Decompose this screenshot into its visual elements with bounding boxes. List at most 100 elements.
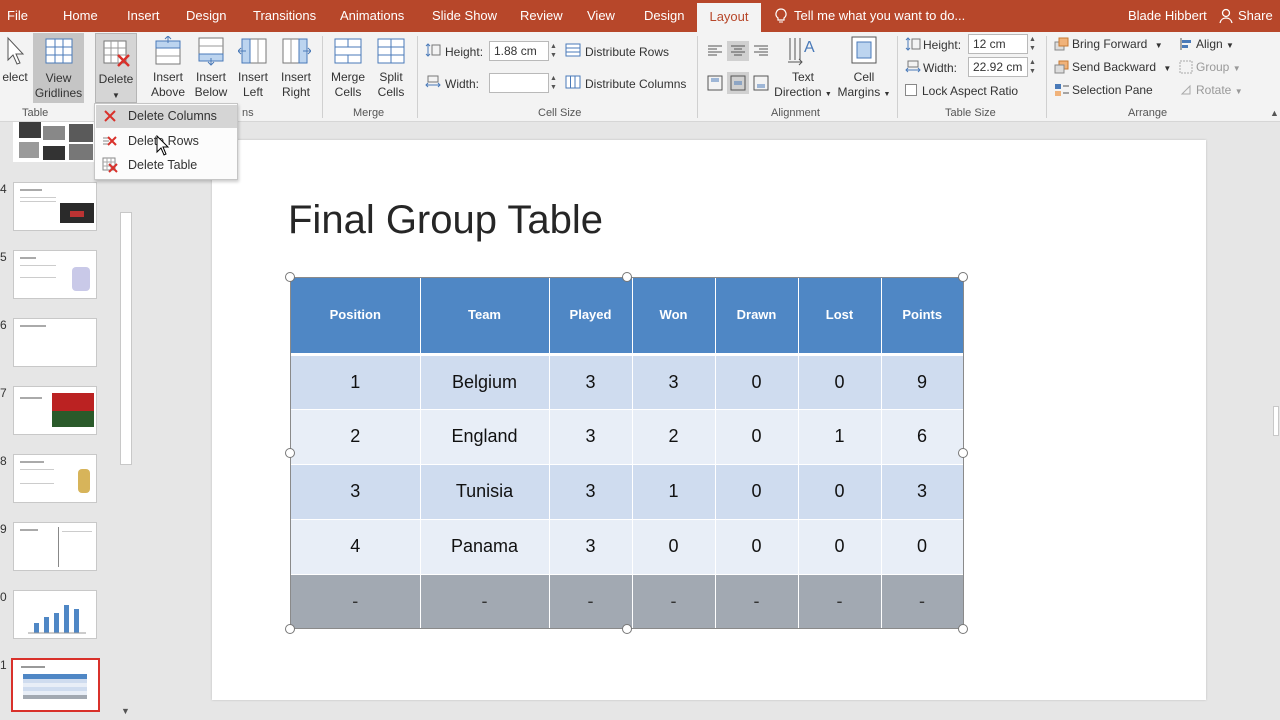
table-cell[interactable]: 0	[798, 354, 882, 410]
resize-handle-top[interactable]	[622, 272, 632, 282]
table-cell[interactable]: 0	[881, 519, 964, 575]
header-won[interactable]: Won	[632, 277, 716, 356]
table-cell[interactable]: 3	[291, 464, 421, 520]
table-cell[interactable]: England	[420, 409, 550, 465]
tab-table-design[interactable]: Design	[644, 8, 684, 23]
tab-insert[interactable]: Insert	[127, 8, 160, 23]
table-cell[interactable]: 3	[881, 464, 964, 520]
group-dropdown[interactable]: Group ▼	[1196, 60, 1241, 74]
align-right-icon[interactable]	[753, 44, 769, 58]
table-cell[interactable]: 3	[549, 464, 633, 520]
table-cell[interactable]: -	[632, 574, 716, 629]
editor-scrollbar-thumb[interactable]	[1273, 406, 1279, 436]
cell-height-spinner[interactable]: ▲ ▼	[550, 42, 557, 60]
tab-slide-show[interactable]: Slide Show	[432, 8, 497, 23]
view-gridlines-button[interactable]: View Gridlines	[33, 33, 84, 103]
group-table[interactable]: Position Team Played Won Drawn Lost Poin…	[291, 277, 964, 629]
slide-title[interactable]: Final Group Table	[288, 198, 603, 243]
table-cell[interactable]: 1	[798, 409, 882, 465]
align-bottom-icon[interactable]	[753, 75, 769, 91]
slide-thumbnail-5[interactable]	[13, 250, 97, 299]
table-cell[interactable]: 0	[715, 354, 799, 410]
share-button[interactable]: Share	[1238, 8, 1273, 23]
tab-transitions[interactable]: Transitions	[253, 8, 316, 23]
table-cell[interactable]: -	[798, 574, 882, 629]
tell-me-search[interactable]: Tell me what you want to do...	[794, 8, 965, 23]
resize-handle-bottom-left[interactable]	[285, 624, 295, 634]
slide-thumbnail-9[interactable]	[13, 522, 97, 571]
distribute-rows-button[interactable]: Distribute Rows	[585, 45, 669, 59]
table-cell[interactable]: -	[715, 574, 799, 629]
tab-animations[interactable]: Animations	[340, 8, 404, 23]
table-cell[interactable]: Tunisia	[420, 464, 550, 520]
table-cell[interactable]: 0	[632, 519, 716, 575]
selection-pane-button[interactable]: Selection Pane	[1072, 83, 1153, 97]
select-button[interactable]: elect	[0, 36, 30, 85]
scrollbar-thumb[interactable]	[120, 212, 132, 465]
table-cell[interactable]: 2	[632, 409, 716, 465]
slide-thumbnail-11-selected[interactable]	[11, 658, 100, 712]
table-width-spinner[interactable]: ▲ ▼	[1029, 58, 1036, 76]
table-cell[interactable]: 0	[798, 464, 882, 520]
tab-home[interactable]: Home	[63, 8, 98, 23]
table-cell[interactable]: -	[881, 574, 964, 629]
table-cell[interactable]: Panama	[420, 519, 550, 575]
delete-button[interactable]: Delete ▼	[95, 33, 137, 103]
tab-file[interactable]: File	[7, 8, 28, 23]
slide-thumbnail-7[interactable]	[13, 386, 97, 435]
tab-view[interactable]: View	[587, 8, 615, 23]
table-cell[interactable]: 3	[549, 519, 633, 575]
insert-below-button[interactable]: Insert Below	[189, 36, 233, 100]
slide-thumbnail-8[interactable]	[13, 454, 97, 503]
cell-width-input[interactable]	[489, 73, 549, 93]
delete-columns-item[interactable]: Delete Columns	[96, 105, 237, 128]
cell-width-spinner[interactable]: ▲ ▼	[550, 74, 557, 92]
header-team[interactable]: Team	[420, 277, 550, 356]
table-cell[interactable]: 6	[881, 409, 964, 465]
tab-review[interactable]: Review	[520, 8, 563, 23]
cell-margins-button[interactable]: Cell Margins ▼	[835, 34, 893, 102]
insert-above-button[interactable]: Insert Above	[146, 36, 190, 100]
table-cell[interactable]: 9	[881, 354, 964, 410]
header-played[interactable]: Played	[549, 277, 633, 356]
tab-design[interactable]: Design	[186, 8, 226, 23]
user-name[interactable]: Blade Hibbert	[1128, 8, 1207, 23]
table-cell[interactable]: 4	[291, 519, 421, 575]
table-cell[interactable]: 0	[715, 519, 799, 575]
table-cell[interactable]: 3	[549, 409, 633, 465]
resize-handle-top-right[interactable]	[958, 272, 968, 282]
split-cells-button[interactable]: Split Cells	[370, 36, 412, 100]
cell-height-input[interactable]: 1.88 cm	[489, 41, 549, 61]
scroll-down-arrow-icon[interactable]: ▼	[121, 706, 130, 716]
slide-thumbnail-4[interactable]	[13, 182, 97, 231]
align-center-icon[interactable]	[730, 44, 746, 58]
tab-layout[interactable]: Layout	[697, 3, 761, 32]
resize-handle-bottom[interactable]	[622, 624, 632, 634]
send-backward-button[interactable]: Send Backward ▼	[1072, 60, 1171, 74]
resize-handle-left[interactable]	[285, 448, 295, 458]
table-height-input[interactable]: 12 cm	[968, 34, 1028, 54]
align-dropdown[interactable]: Align ▼	[1196, 37, 1234, 51]
resize-handle-bottom-right[interactable]	[958, 624, 968, 634]
table-cell[interactable]: 3	[549, 354, 633, 410]
delete-table-item[interactable]: Delete Table	[96, 154, 237, 177]
header-drawn[interactable]: Drawn	[715, 277, 799, 356]
resize-handle-top-left[interactable]	[285, 272, 295, 282]
table-cell[interactable]: 0	[798, 519, 882, 575]
table-cell[interactable]: 2	[291, 409, 421, 465]
merge-cells-button[interactable]: Merge Cells	[327, 36, 369, 100]
table-cell[interactable]: 1	[291, 354, 421, 410]
insert-right-button[interactable]: Insert Right	[275, 36, 317, 100]
table-cell[interactable]: 1	[632, 464, 716, 520]
header-position[interactable]: Position	[291, 277, 421, 356]
header-points[interactable]: Points	[881, 277, 963, 356]
table-cell[interactable]: 0	[715, 409, 799, 465]
table-cell[interactable]: Belgium	[420, 354, 550, 410]
table-height-spinner[interactable]: ▲ ▼	[1029, 35, 1036, 53]
table-cell[interactable]: 3	[632, 354, 716, 410]
collapse-ribbon-icon[interactable]: ▲	[1270, 108, 1279, 118]
lock-aspect-checkbox[interactable]	[905, 84, 917, 96]
table-cell[interactable]: -	[420, 574, 550, 629]
table-cell[interactable]: -	[549, 574, 633, 629]
distribute-columns-button[interactable]: Distribute Columns	[585, 77, 686, 91]
